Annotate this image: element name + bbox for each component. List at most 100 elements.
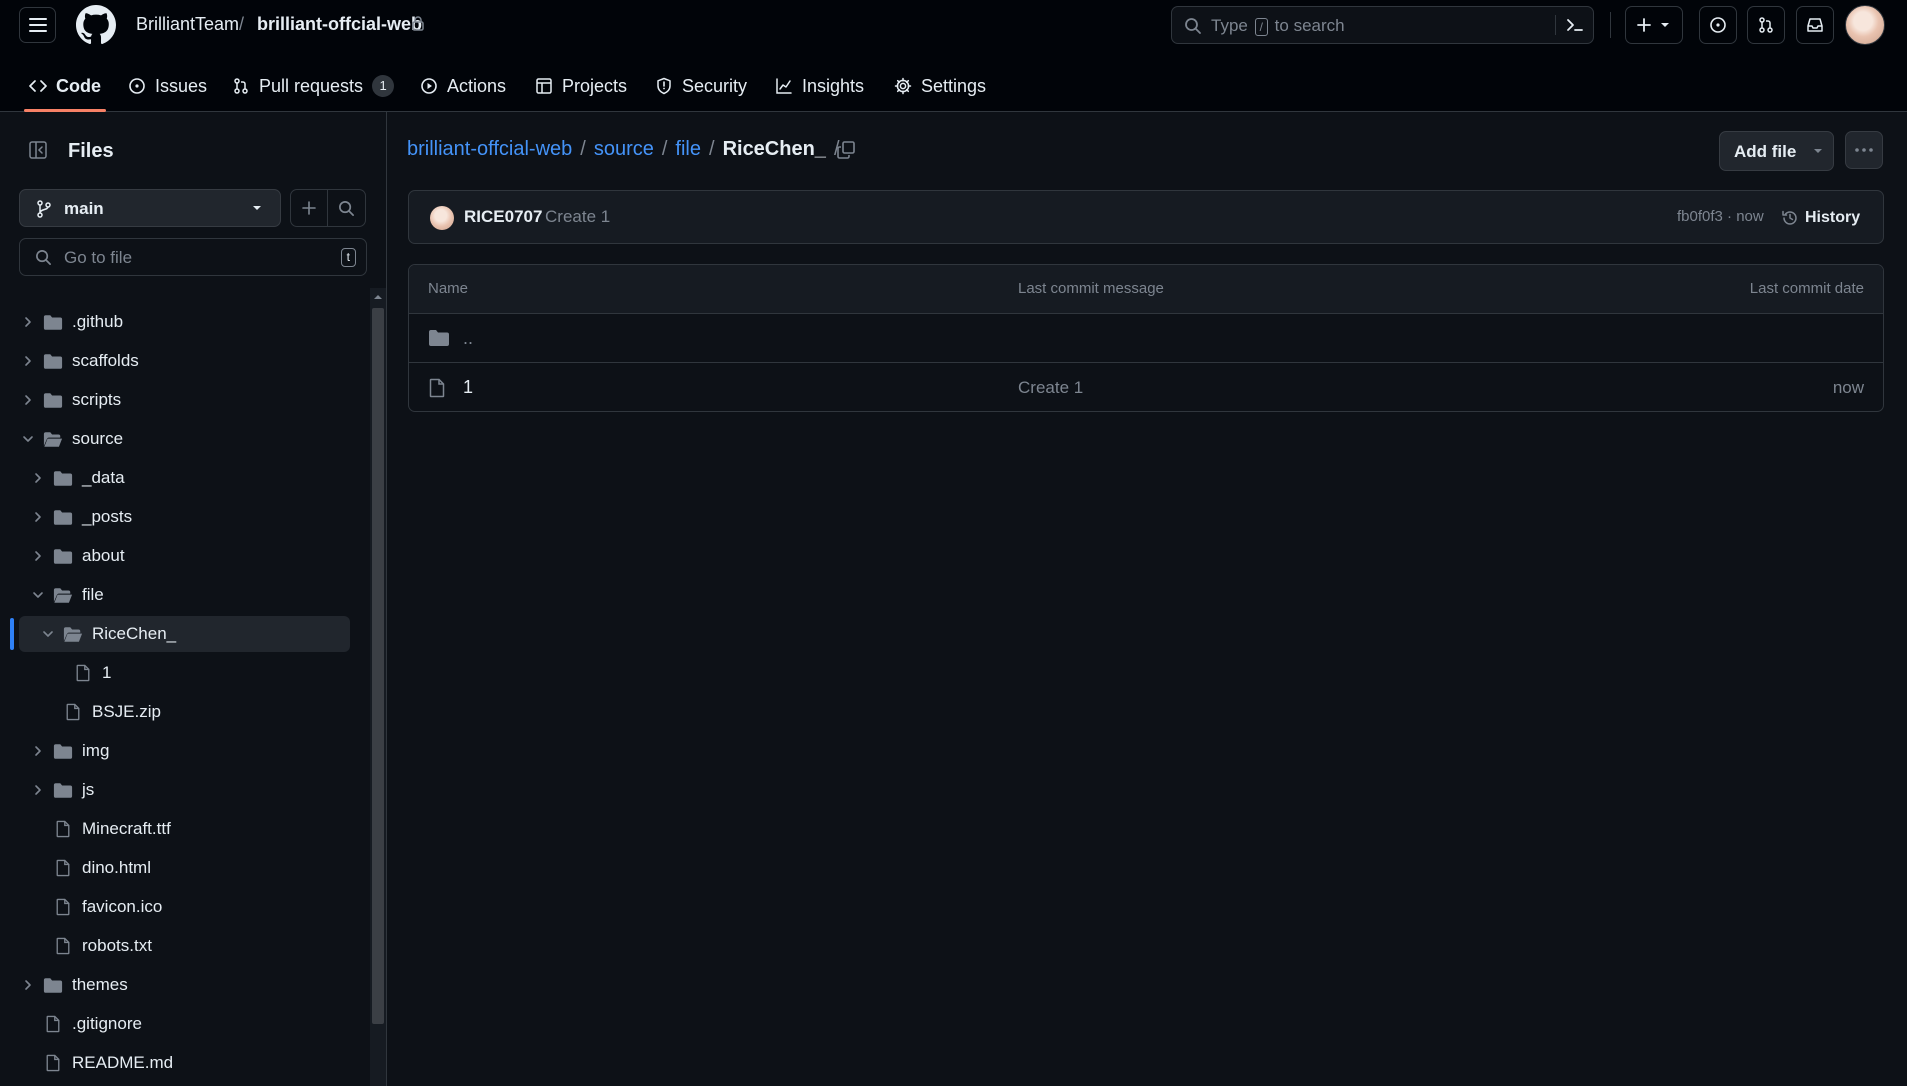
go-to-file-input[interactable]: Go to file t xyxy=(19,238,367,276)
chevron-right-icon[interactable] xyxy=(20,392,36,408)
chevron-right-icon[interactable] xyxy=(20,353,36,369)
more-options-button[interactable] xyxy=(1845,131,1883,169)
github-logo-icon[interactable] xyxy=(76,5,116,45)
folder-icon xyxy=(429,330,449,346)
tree-folder-item[interactable]: scripts xyxy=(0,382,370,418)
folder-icon xyxy=(42,312,64,332)
chevron-right-icon[interactable] xyxy=(20,314,36,330)
tree-file-item[interactable]: README.md xyxy=(0,1045,370,1081)
breadcrumb-repo-link[interactable]: brilliant-offcial-web xyxy=(407,138,572,161)
tree-folder-item[interactable]: source xyxy=(0,421,370,457)
repo-link[interactable]: brilliant-offcial-web xyxy=(257,14,422,35)
tab-actions[interactable]: Actions xyxy=(420,60,506,112)
tab-code[interactable]: Code xyxy=(24,60,106,112)
tree-folder-item[interactable]: themes xyxy=(0,967,370,1003)
search-files-button[interactable] xyxy=(328,189,366,227)
chevron-right-icon[interactable] xyxy=(20,977,36,993)
tab-projects[interactable]: Projects xyxy=(535,60,627,112)
inbox-button[interactable] xyxy=(1796,6,1834,44)
chevron-down-icon[interactable] xyxy=(40,626,56,642)
sidebar-scroll-thumb[interactable] xyxy=(372,308,384,1024)
tab-pull-requests[interactable]: Pull requests 1 xyxy=(232,60,395,112)
copy-path-icon[interactable] xyxy=(836,140,856,160)
tab-label: Insights xyxy=(802,75,865,96)
tree-folder-item[interactable]: RiceChen_ xyxy=(0,616,370,652)
search-input[interactable]: Type / to search xyxy=(1171,6,1594,44)
chevron-down-icon[interactable] xyxy=(20,431,36,447)
code-icon xyxy=(29,80,47,92)
search-icon xyxy=(1185,18,1201,34)
command-palette-icon[interactable] xyxy=(1565,16,1585,34)
tree-item-label: 1 xyxy=(102,663,112,682)
commit-message[interactable]: Create 1 xyxy=(545,207,610,227)
tab-security[interactable]: Security xyxy=(655,60,747,112)
tree-item-label: scripts xyxy=(72,390,122,409)
chevron-right-icon[interactable] xyxy=(30,509,46,525)
file-commit-message[interactable]: Create 1 xyxy=(1018,378,1083,398)
tree-folder-item[interactable]: img xyxy=(0,733,370,769)
tree-item-label: RiceChen_ xyxy=(92,624,177,643)
tree-file-item[interactable]: robots.txt xyxy=(0,928,370,964)
tree-folder-item[interactable]: file xyxy=(0,577,370,613)
pull-requests-button[interactable] xyxy=(1747,6,1785,44)
add-file-dropdown-button[interactable]: Add file xyxy=(1719,131,1834,171)
tree-file-item[interactable]: Minecraft.ttf xyxy=(0,811,370,847)
file-icon xyxy=(72,663,94,683)
commit-author[interactable]: RICE0707 xyxy=(464,207,542,227)
tree-folder-item[interactable]: about xyxy=(0,538,370,574)
issues-button[interactable] xyxy=(1699,6,1737,44)
tree-item-label: robots.txt xyxy=(82,936,152,955)
owner-link[interactable]: BrilliantTeam xyxy=(136,14,239,35)
collapse-sidebar-button[interactable] xyxy=(19,132,56,168)
chevron-right-icon[interactable] xyxy=(30,782,46,798)
add-file-button[interactable] xyxy=(290,189,328,227)
tab-insights[interactable]: Insights xyxy=(775,60,864,112)
commit-hash-time[interactable]: fb0f0f3 · now xyxy=(1677,208,1764,225)
breadcrumb-file-link[interactable]: file xyxy=(675,138,701,161)
tree-folder-item[interactable]: scaffolds xyxy=(0,343,370,379)
table-row[interactable]: 1 Create 1 now xyxy=(409,363,1883,411)
tab-settings[interactable]: Settings xyxy=(894,60,986,112)
tree-folder-item[interactable]: _posts xyxy=(0,499,370,535)
search-shortcut-key: / xyxy=(1254,18,1268,36)
parent-directory-link[interactable]: .. xyxy=(463,328,473,349)
file-name-link[interactable]: 1 xyxy=(463,377,473,398)
chevron-right-icon[interactable] xyxy=(30,470,46,486)
tree-file-item[interactable]: BSJE.zip xyxy=(0,694,370,730)
chevron-down-icon[interactable] xyxy=(30,587,46,603)
commit-author-avatar[interactable] xyxy=(430,206,454,230)
tree-file-item[interactable]: 1 xyxy=(0,655,370,691)
kebab-horizontal-icon xyxy=(1855,148,1873,152)
branch-icon xyxy=(37,200,51,218)
file-list-header: Name Last commit message Last commit dat… xyxy=(409,265,1883,314)
scroll-up-arrow-icon[interactable] xyxy=(372,292,384,302)
chevron-right-icon[interactable] xyxy=(30,548,46,564)
tree-item-label: img xyxy=(82,741,110,760)
chevron-right-icon[interactable] xyxy=(30,743,46,759)
issue-icon xyxy=(1710,17,1726,33)
tree-file-item[interactable]: dino.html xyxy=(0,850,370,886)
table-icon xyxy=(536,78,552,94)
tree-folder-item[interactable]: .github xyxy=(0,304,370,340)
create-new-button[interactable] xyxy=(1625,6,1683,44)
breadcrumb-source-link[interactable]: source xyxy=(594,138,654,161)
column-last-commit-date: Last commit date xyxy=(1749,280,1864,297)
issue-icon xyxy=(129,78,145,94)
tree-folder-item[interactable]: _data xyxy=(0,460,370,496)
tree-file-item[interactable]: favicon.ico xyxy=(0,889,370,925)
parent-directory-row[interactable]: .. xyxy=(409,314,1883,363)
file-list-table: Name Last commit message Last commit dat… xyxy=(408,264,1884,412)
tree-item-label: js xyxy=(82,780,95,799)
folder-open-icon xyxy=(52,585,74,605)
menu-button[interactable] xyxy=(19,7,56,43)
branch-selector[interactable]: main xyxy=(19,189,281,227)
branch-name: main xyxy=(64,199,104,218)
search-placeholder: Type / to search xyxy=(1211,16,1345,36)
tree-file-item[interactable]: .gitignore xyxy=(0,1006,370,1042)
tab-issues[interactable]: Issues xyxy=(128,60,207,112)
user-avatar[interactable] xyxy=(1845,5,1885,45)
tree-folder-item[interactable]: js xyxy=(0,772,370,808)
history-button[interactable]: History xyxy=(1781,201,1860,235)
tree-item-label: Minecraft.ttf xyxy=(82,819,171,838)
